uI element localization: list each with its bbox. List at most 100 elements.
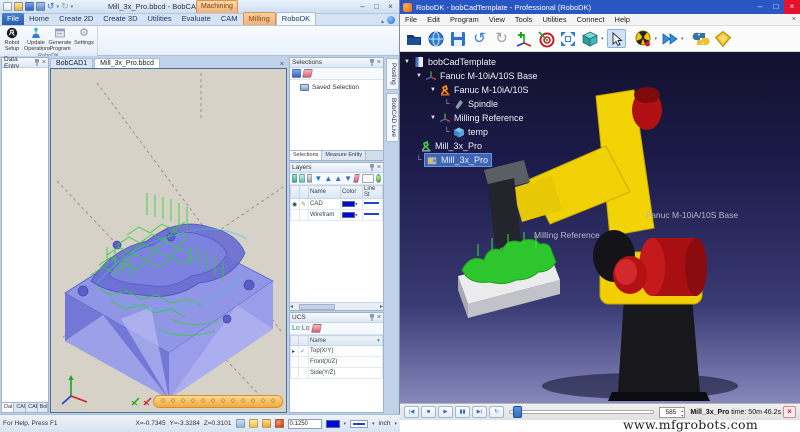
clear-selection-icon[interactable] xyxy=(302,69,313,78)
ucs-row-front[interactable]: Front(X/Z) xyxy=(291,357,383,368)
saved-selection-item[interactable]: Saved Selection xyxy=(290,80,383,91)
view-iso-icon[interactable]: ◇ xyxy=(221,396,226,407)
linestyle-dropdown-icon[interactable]: ▾ xyxy=(372,421,375,427)
layer-row-cad[interactable]: ◉ ✎ CAD ▾ xyxy=(291,199,383,210)
redo-icon[interactable]: ↻ xyxy=(61,2,69,11)
units-dropdown-icon[interactable]: ▾ xyxy=(394,421,397,427)
layer-filter-input[interactable] xyxy=(362,174,374,183)
collision-dropdown-icon[interactable]: ▾ xyxy=(655,36,658,42)
select-cursor-icon[interactable] xyxy=(607,29,626,48)
pause-button[interactable]: ▮▮ xyxy=(455,406,470,418)
open-file-icon[interactable] xyxy=(14,2,23,11)
close-panel-icon[interactable]: × xyxy=(377,314,381,322)
collapse-ribbon-icon[interactable]: ▴ xyxy=(378,18,387,25)
settings-button[interactable]: ⚙ Settings xyxy=(72,26,96,52)
stop-button[interactable]: ■ xyxy=(421,406,436,418)
view-iso2-icon[interactable]: ◇ xyxy=(231,396,236,407)
dock-tab-data[interactable]: Dat... xyxy=(2,403,14,412)
open-file-icon[interactable] xyxy=(404,29,423,48)
tab-create-2d[interactable]: Create 2D xyxy=(54,13,98,25)
save-selection-icon[interactable] xyxy=(292,69,301,78)
col-name[interactable]: Name xyxy=(309,186,341,199)
tab-file[interactable]: File xyxy=(2,13,24,25)
redo-icon[interactable]: ↻ xyxy=(492,29,511,48)
doc-tab-mill3xpro[interactable]: Mill_3x_Pro.bbcd xyxy=(94,58,160,68)
account-icon[interactable] xyxy=(387,16,395,24)
menu-program[interactable]: Program xyxy=(445,15,484,24)
add-reference-frame-icon[interactable] xyxy=(514,29,533,48)
undo-dropdown-icon[interactable]: ▾ xyxy=(57,4,60,10)
render-mode-icon[interactable] xyxy=(275,419,284,428)
layer-linestyle[interactable] xyxy=(364,213,379,215)
move-up-icon[interactable]: ▲ xyxy=(324,174,332,183)
tab-evaluate[interactable]: Evaluate xyxy=(177,13,216,25)
close-menubar-icon[interactable]: × xyxy=(787,16,800,23)
tree-item-milling-reference[interactable]: ▼ Milling Reference xyxy=(404,111,538,125)
dock-tab-cad[interactable]: CAD xyxy=(26,403,37,412)
maximize-button[interactable]: □ xyxy=(370,1,383,12)
tree-item-machining-project[interactable]: └ Mill_3x_Pro xyxy=(404,153,538,167)
ucs-row-side[interactable]: Side(Y/Z) xyxy=(291,368,383,379)
skip-end-button[interactable]: ▶| xyxy=(472,406,487,418)
cad-viewport[interactable]: ◇ ◇ ◇ ◇ ◇ ◇ ◇ ◇ ◇ ◇ ◇ ◇ xyxy=(50,68,287,413)
tree-item-temp[interactable]: └ temp xyxy=(404,125,538,139)
ucs-col-name[interactable]: Name▼ xyxy=(309,336,383,346)
robot-setup-button[interactable]: Robot Setup xyxy=(0,26,24,52)
layer-row-wireframe[interactable]: Wirefram ▾ xyxy=(291,210,383,221)
fit-view-icon[interactable] xyxy=(558,29,577,48)
station-shield-icon[interactable] xyxy=(714,29,733,48)
close-playbar-button[interactable]: × xyxy=(783,406,796,418)
slider-track[interactable] xyxy=(509,410,654,414)
view-right-icon[interactable]: ◇ xyxy=(211,396,216,407)
dock-tab-cam[interactable]: CAM xyxy=(14,403,26,412)
maximize-button[interactable]: □ xyxy=(768,0,784,14)
generate-program-button[interactable]: Generate Program xyxy=(48,26,72,52)
menu-tools[interactable]: Tools xyxy=(510,15,538,24)
tab-robodk[interactable]: RoboDK xyxy=(276,12,316,25)
save-station-icon[interactable] xyxy=(448,29,467,48)
show-axes-icon[interactable] xyxy=(131,397,140,406)
new-file-icon[interactable] xyxy=(3,2,12,11)
scroll-left-icon[interactable]: ◂ xyxy=(290,303,293,310)
close-button[interactable]: × xyxy=(784,0,800,14)
new-ucs-icon[interactable]: Lo xyxy=(292,325,300,332)
snap-settings-icon[interactable] xyxy=(236,419,245,428)
pin-icon[interactable] xyxy=(34,59,40,66)
save-all-icon[interactable] xyxy=(36,2,45,11)
tab-measure-entity[interactable]: Measure Entity xyxy=(322,151,366,160)
view-top-icon[interactable]: ◇ xyxy=(161,396,166,407)
contextual-tab-group[interactable]: Machining xyxy=(196,0,238,13)
apply-filter-icon[interactable] xyxy=(376,174,381,183)
close-document-icon[interactable]: × xyxy=(280,61,287,68)
loop-button[interactable]: ↻ xyxy=(489,406,504,418)
active-linestyle[interactable] xyxy=(350,420,368,428)
menu-view[interactable]: View xyxy=(484,15,510,24)
delete-ucs-icon[interactable] xyxy=(311,324,322,333)
add-layer-icon[interactable] xyxy=(292,174,297,183)
data-entry-body[interactable] xyxy=(2,68,48,402)
save-icon[interactable] xyxy=(25,2,34,11)
simulation-speed-spinbox[interactable]: 585 ▴▾ xyxy=(659,407,685,418)
selections-body[interactable]: Saved Selection xyxy=(290,80,383,150)
expander-icon[interactable]: ▼ xyxy=(404,59,413,65)
tree-item-robot[interactable]: ▼ Fanuc M-10iA/10S xyxy=(404,83,538,97)
slider-handle[interactable] xyxy=(513,406,522,418)
menu-file[interactable]: File xyxy=(400,15,422,24)
tab-create-3d[interactable]: Create 3D xyxy=(98,13,142,25)
speed-dropdown-icon[interactable]: ▾ xyxy=(681,36,684,42)
copy-layer-icon[interactable] xyxy=(299,174,304,183)
tab-utilities[interactable]: Utilities xyxy=(142,13,176,25)
close-panel-icon[interactable]: × xyxy=(377,164,381,172)
layer-linestyle[interactable] xyxy=(364,202,379,204)
pin-icon[interactable] xyxy=(369,164,375,171)
skip-start-button[interactable]: |◀ xyxy=(404,406,419,418)
minimize-button[interactable]: – xyxy=(356,1,369,12)
tab-posting[interactable]: Posting xyxy=(386,58,399,90)
layer-color-swatch[interactable] xyxy=(342,201,355,207)
color-dropdown-icon[interactable]: ▾ xyxy=(344,421,347,427)
view-back-icon[interactable]: ◇ xyxy=(191,396,196,407)
close-button[interactable]: × xyxy=(384,1,397,12)
close-panel-icon[interactable]: × xyxy=(42,59,46,67)
isometric-view-icon[interactable] xyxy=(580,29,599,48)
menu-help[interactable]: Help xyxy=(610,15,635,24)
